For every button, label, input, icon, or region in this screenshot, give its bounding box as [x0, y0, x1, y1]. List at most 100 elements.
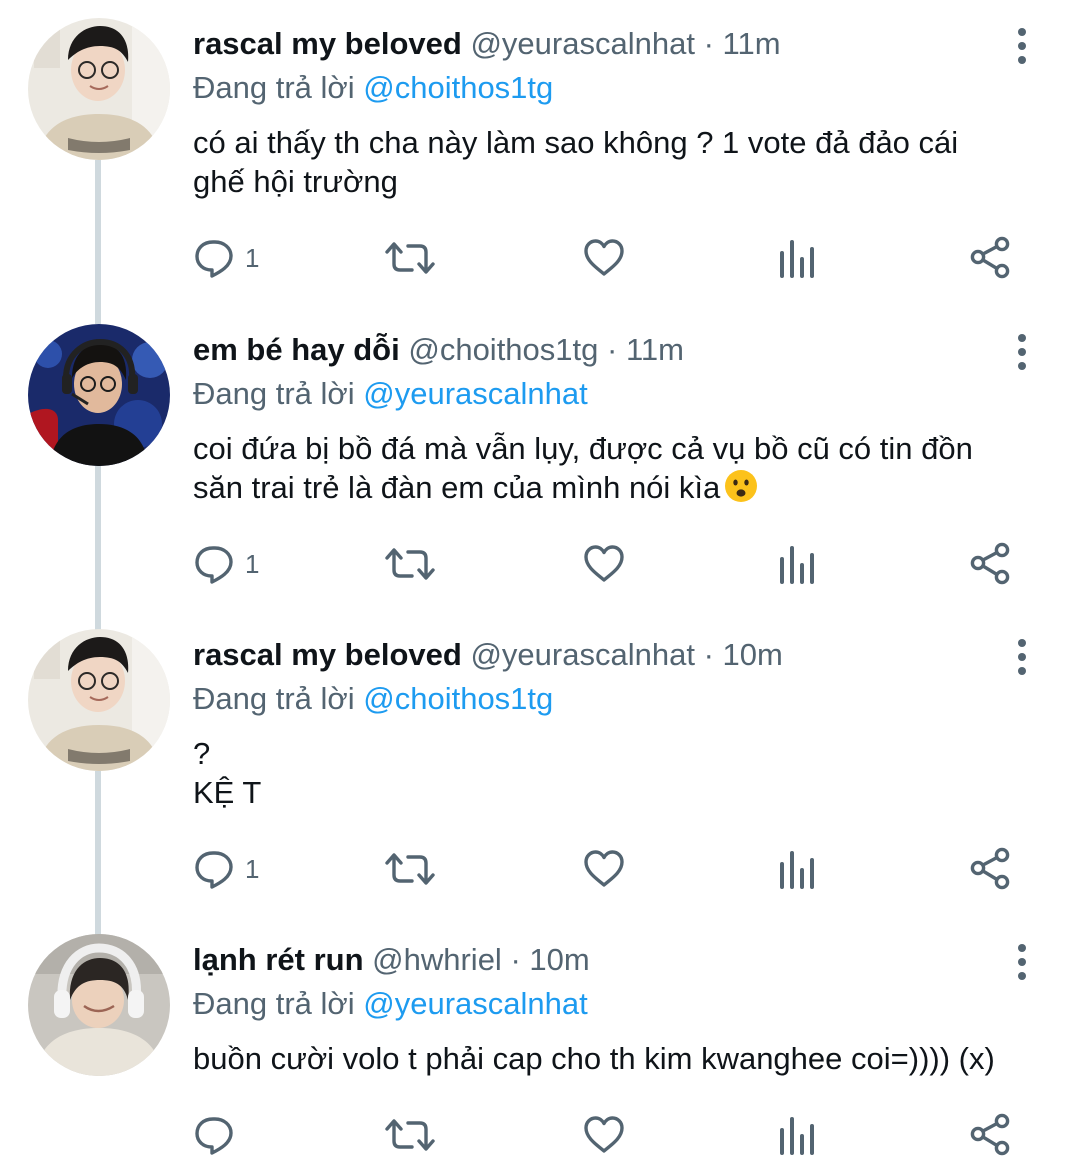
tweet-text-line: coi đứa bị bồ đá mà vẫn lụy, được cả vụ … [193, 431, 973, 466]
display-name[interactable]: lạnh rét run [193, 942, 364, 977]
replying-to: Đang trả lời @choithos1tg [193, 680, 553, 718]
timestamp[interactable]: 11m [723, 26, 781, 61]
replying-to: Đang trả lời @choithos1tg [193, 69, 553, 107]
frowning-face-emoji [724, 469, 758, 503]
like-button[interactable] [582, 1110, 626, 1160]
tweet-header: lạnh rét run @hwhriel · 10m [193, 941, 590, 979]
reply-count: 1 [245, 853, 260, 884]
retweet-icon [385, 1113, 435, 1157]
replying-to-label: Đang trả lời [193, 986, 355, 1021]
tweet-header: rascal my beloved @yeurascalnhat · 10m [193, 636, 783, 674]
tweet-text-line: săn trai trẻ là đàn em của mình nói kìa [193, 469, 1053, 508]
replying-to: Đang trả lời @yeurascalnhat [193, 375, 588, 413]
tweet-text: buồn cười volo t phải cap cho th kim kwa… [193, 1040, 1053, 1079]
display-name[interactable]: em bé hay dỗi [193, 332, 400, 367]
user-handle[interactable]: @yeurascalnhat [470, 26, 694, 61]
separator-dot: · [510, 942, 521, 977]
action-bar: 1 [0, 844, 1080, 894]
retweet-icon [385, 236, 435, 280]
retweet-button[interactable] [385, 233, 435, 283]
retweet-button[interactable] [385, 539, 435, 589]
retweet-icon [385, 847, 435, 891]
share-button[interactable] [969, 233, 1013, 283]
analytics-icon [776, 847, 820, 891]
analytics-button[interactable] [776, 233, 820, 283]
retweet-button[interactable] [385, 1110, 435, 1160]
tweet[interactable]: rascal my beloved @yeurascalnhat · 11m Đ… [0, 0, 1080, 305]
tweet-header: rascal my beloved @yeurascalnhat · 11m [193, 25, 781, 63]
display-name[interactable]: rascal my beloved [193, 637, 462, 672]
action-bar [0, 1110, 1080, 1160]
share-icon [969, 1113, 1013, 1157]
reply-button[interactable]: 1 [193, 233, 259, 283]
retweet-button[interactable] [385, 844, 435, 894]
tweet[interactable]: lạnh rét run @hwhriel · 10m Đang trả lời… [0, 916, 1080, 1176]
reply-icon [193, 236, 237, 280]
reply-button[interactable] [193, 1110, 245, 1160]
reply-button[interactable]: 1 [193, 844, 259, 894]
analytics-icon [776, 236, 820, 280]
share-icon [969, 236, 1013, 280]
tweet-text-line: ghế hội trường [193, 163, 398, 199]
tweet-text: coi đứa bị bồ đá mà vẫn lụy, được cả vụ … [193, 430, 1053, 507]
tweet-text: có ai thấy th cha này làm sao không ? 1 … [193, 124, 1053, 201]
separator-dot: · [703, 637, 714, 672]
avatar[interactable] [28, 324, 170, 466]
more-vertical-icon[interactable] [1010, 942, 1034, 982]
tweet-text-line: ? [193, 736, 211, 771]
reply-icon [193, 847, 237, 891]
timestamp[interactable]: 10m [723, 637, 783, 672]
share-button[interactable] [969, 539, 1013, 589]
tweet[interactable]: em bé hay dỗi @choithos1tg · 11m Đang tr… [0, 306, 1080, 611]
heart-icon [582, 847, 626, 891]
more-vertical-icon[interactable] [1010, 26, 1034, 66]
heart-icon [582, 236, 626, 280]
analytics-button[interactable] [776, 844, 820, 894]
avatar[interactable] [28, 18, 170, 160]
share-icon [969, 542, 1013, 586]
more-vertical-icon[interactable] [1010, 332, 1034, 372]
share-button[interactable] [969, 844, 1013, 894]
avatar[interactable] [28, 934, 170, 1076]
like-button[interactable] [582, 844, 626, 894]
analytics-icon [776, 1113, 820, 1157]
action-bar: 1 [0, 233, 1080, 283]
heart-icon [582, 1113, 626, 1157]
reply-icon [193, 1113, 237, 1157]
avatar[interactable] [28, 629, 170, 771]
replying-to-label: Đang trả lời [193, 681, 355, 716]
mention-link[interactable]: @yeurascalnhat [363, 986, 587, 1021]
like-button[interactable] [582, 539, 626, 589]
mention-link[interactable]: @choithos1tg [363, 70, 553, 105]
tweet-text-line: có ai thấy th cha này làm sao không ? 1 … [193, 125, 959, 160]
replying-to: Đang trả lời @yeurascalnhat [193, 985, 588, 1023]
tweet-text-line: buồn cười volo t phải cap cho th kim kwa… [193, 1041, 995, 1076]
reply-icon [193, 542, 237, 586]
heart-icon [582, 542, 626, 586]
like-button[interactable] [582, 233, 626, 283]
display-name[interactable]: rascal my beloved [193, 26, 462, 61]
replying-to-label: Đang trả lời [193, 376, 355, 411]
timestamp[interactable]: 10m [529, 942, 589, 977]
reply-count: 1 [245, 548, 260, 579]
user-handle[interactable]: @choithos1tg [408, 332, 598, 367]
tweet-text-line: KỆ T [193, 774, 262, 810]
share-button[interactable] [969, 1110, 1013, 1160]
analytics-button[interactable] [776, 539, 820, 589]
analytics-icon [776, 542, 820, 586]
tweet[interactable]: rascal my beloved @yeurascalnhat · 10m Đ… [0, 611, 1080, 916]
mention-link[interactable]: @choithos1tg [363, 681, 553, 716]
more-vertical-icon[interactable] [1010, 637, 1034, 677]
separator-dot: · [703, 26, 714, 61]
conversation-thread: rascal my beloved @yeurascalnhat · 11m Đ… [0, 0, 1080, 1176]
user-handle[interactable]: @hwhriel [372, 942, 502, 977]
reply-button[interactable]: 1 [193, 539, 259, 589]
mention-link[interactable]: @yeurascalnhat [363, 376, 587, 411]
user-handle[interactable]: @yeurascalnhat [470, 637, 694, 672]
separator-dot: · [607, 332, 618, 367]
reply-count: 1 [245, 242, 260, 273]
tweet-text-segment: săn trai trẻ là đàn em của mình nói kìa [193, 469, 721, 505]
analytics-button[interactable] [776, 1110, 820, 1160]
tweet-header: em bé hay dỗi @choithos1tg · 11m [193, 331, 684, 369]
timestamp[interactable]: 11m [626, 332, 684, 367]
